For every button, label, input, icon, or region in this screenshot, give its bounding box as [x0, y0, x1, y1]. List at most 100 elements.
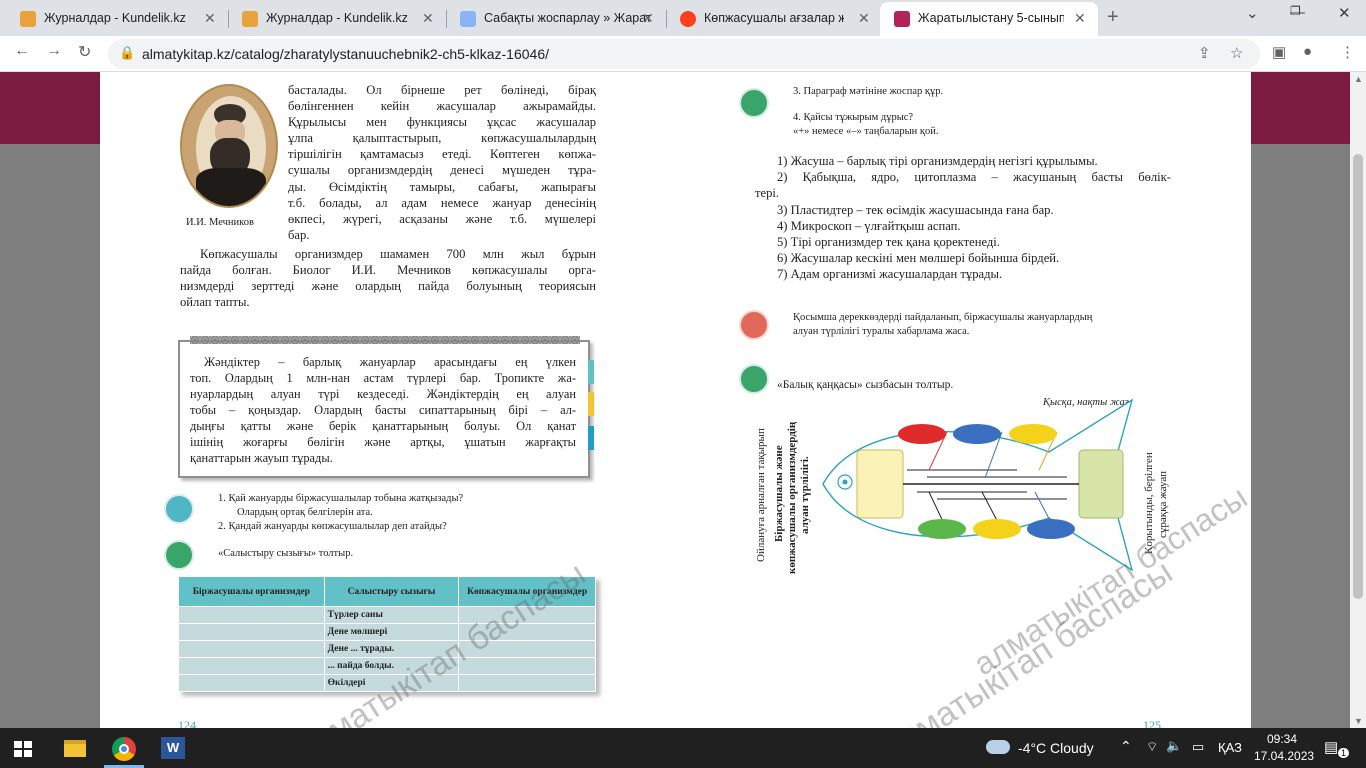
- speaker-icon[interactable]: 🔈: [1166, 738, 1182, 754]
- bone-oval-yellow-bottom: [973, 519, 1021, 539]
- question-1-cont: Олардың ортақ белгілерін ата.: [237, 507, 373, 518]
- book-page-left: И.И. Мечников басталады. Ол бірнеше рет …: [100, 72, 725, 728]
- clock-time[interactable]: 09:34: [1267, 732, 1297, 746]
- insects-info-box: Жәндіктер – барлық жануарлар арасындағы …: [178, 336, 590, 478]
- share-icon[interactable]: ⇪: [1198, 44, 1211, 62]
- task-4: 4. Қайсы тұжырым дұрыс?: [793, 112, 914, 123]
- clock-date[interactable]: 17.04.2023: [1254, 749, 1314, 763]
- kundelik-favicon-icon: [20, 11, 36, 27]
- file-explorer-icon[interactable]: [64, 740, 86, 757]
- scroll-down-arrow-icon[interactable]: ▼: [1354, 716, 1363, 726]
- tab-kundelik-2[interactable]: Журналдар - Kundelik.kz ✕: [228, 2, 444, 36]
- bone-oval-blue-top: [953, 424, 1001, 444]
- notification-icon[interactable]: ▤: [1324, 738, 1338, 756]
- pencil-task-icon: [739, 364, 769, 394]
- tab-yandex[interactable]: Көпжасушалы ағзалар және ✕: [666, 2, 880, 36]
- bone-oval-blue-bottom: [1027, 519, 1075, 539]
- paragraph-1: басталады. Ол бірнеше рет бөлінеді, біра…: [288, 83, 596, 242]
- question-1: 1. Қай жануарды біржасушалылар тобына жа…: [218, 493, 464, 504]
- side-panel-icon[interactable]: ▣: [1272, 43, 1286, 61]
- bone-oval-red: [898, 424, 946, 444]
- close-icon[interactable]: ✕: [204, 10, 216, 27]
- head-box: [856, 449, 904, 519]
- book-favicon-icon: [894, 11, 910, 27]
- pencil-task-icon: [739, 88, 769, 118]
- back-arrow-icon[interactable]: ←: [14, 42, 30, 60]
- tab-title: Сабақты жоспарлау » Жарат: [484, 11, 652, 25]
- task-3: 3. Параграф мәтініне жоспар құр.: [793, 86, 944, 97]
- pencil-task-icon: [164, 540, 194, 570]
- page-number-right: 125: [1143, 718, 1161, 728]
- profile-avatar-icon[interactable]: ●: [1303, 43, 1312, 60]
- window-close-icon[interactable]: ✕: [1338, 4, 1351, 22]
- close-icon[interactable]: ✕: [858, 10, 870, 27]
- scrollbar-thumb[interactable]: [1353, 154, 1363, 599]
- statements-list: 1) Жасуша – барлық тірі организмдердің н…: [755, 154, 1171, 282]
- vertical-label-topic-3: көпжасушалы организмдердің: [786, 421, 798, 574]
- paragraph-2: Көпжасушалы организмдер шамамен 700 млн …: [180, 247, 596, 310]
- fishbone-task: «Балық қаңқасы» сызбасын толтыр.: [777, 379, 954, 391]
- reload-icon[interactable]: ↻: [78, 42, 91, 62]
- page-scrollbar[interactable]: ▲ ▼: [1350, 72, 1366, 728]
- bone-oval-yellow-top: [1009, 424, 1057, 444]
- tab-title: Журналдар - Kundelik.kz: [266, 11, 408, 25]
- tail-box: [1078, 449, 1124, 519]
- fishbone-diagram: [822, 398, 1134, 572]
- yandex-favicon-icon: [680, 11, 696, 27]
- new-tab-plus-icon[interactable]: +: [1107, 6, 1119, 29]
- tab-lesson-plan[interactable]: Сабақты жоспарлау » Жарат ✕: [446, 2, 664, 36]
- browser-toolbar: ← → ↻ 🔒 almatykitap.kz/catalog/zharatyly…: [0, 36, 1366, 72]
- bookmark-star-icon[interactable]: ☆: [1230, 44, 1243, 62]
- tab-search-chevron-icon[interactable]: ⌄: [1246, 4, 1259, 22]
- tab-active-textbook[interactable]: Жаратылыстану 5-сынып оқ ✕: [880, 2, 1098, 36]
- close-icon[interactable]: ✕: [1074, 10, 1086, 27]
- tab-title: Көпжасушалы ағзалар және: [704, 11, 844, 25]
- question-2: 2. Қандай жануарды көпжасушалылар деп ат…: [218, 521, 447, 532]
- vertical-label-topic-2: Біржасушалы және: [773, 445, 785, 542]
- page-number-left: 124: [178, 718, 196, 728]
- spiral-binding: [190, 336, 580, 344]
- task-4-sub: «+» немесе «–» таңбаларын қой.: [793, 126, 939, 137]
- side-tab-teal: [588, 360, 594, 384]
- table-row: Дене ... тұрады.: [178, 640, 596, 658]
- word-icon[interactable]: W: [161, 737, 185, 759]
- battery-icon[interactable]: ▭: [1192, 739, 1204, 755]
- windows-taskbar: W -4°C Cloudy ⌃ ⌔ 🔈 ▭ ҚАЗ 09:34 17.04.20…: [0, 728, 1366, 768]
- chevron-up-icon[interactable]: ⌃: [1120, 738, 1132, 755]
- header-unicellular: Біржасушалы организмдер: [178, 576, 325, 607]
- browser-tab-bar: Журналдар - Kundelik.kz ✕ Журналдар - Ku…: [0, 0, 1366, 36]
- bone-oval-green: [918, 519, 966, 539]
- tab-title: Журналдар - Kundelik.kz: [44, 11, 186, 25]
- side-tab-blue: [588, 426, 594, 450]
- windows-start-icon[interactable]: [14, 741, 32, 757]
- maximize-icon[interactable]: ❐: [1290, 4, 1301, 18]
- extra-task-line2: алуан түрлілігі туралы хабарлама жаса.: [793, 326, 970, 337]
- language-indicator[interactable]: ҚАЗ: [1218, 740, 1242, 755]
- lock-icon: 🔒: [119, 45, 136, 60]
- network-icon[interactable]: ⌔: [1146, 739, 1158, 755]
- url-text[interactable]: almatykitap.kz/catalog/zharatylystanuuch…: [142, 46, 549, 62]
- tab-kundelik-1[interactable]: Журналдар - Kundelik.kz ✕: [6, 2, 226, 36]
- kundelik-favicon-icon: [242, 11, 258, 27]
- mechnikov-portrait: [180, 84, 278, 208]
- portrait-caption: И.И. Мечников: [186, 217, 254, 228]
- menu-dots-icon[interactable]: ⋮: [1340, 43, 1355, 61]
- cloud-weather-icon[interactable]: [986, 740, 1010, 754]
- book-page-right: 3. Параграф мәтініне жоспар құр. 4. Қайс…: [725, 72, 1251, 728]
- document-favicon-icon: [460, 11, 476, 27]
- envelope-question-icon: [164, 494, 194, 524]
- side-tab-yellow: [588, 392, 594, 416]
- vertical-label-topic: Ойлануға арналған тақырып: [755, 428, 767, 562]
- page-viewport: И.И. Мечников басталады. Ол бірнеше рет …: [0, 72, 1350, 728]
- forward-arrow-icon[interactable]: →: [46, 42, 62, 60]
- address-bar[interactable]: 🔒 almatykitap.kz/catalog/zharatylystanuu…: [108, 39, 1260, 69]
- weather-text[interactable]: -4°C Cloudy: [1018, 740, 1094, 756]
- close-icon[interactable]: ✕: [642, 10, 654, 27]
- notification-count: 1: [1338, 748, 1350, 758]
- extra-task-line1: Қосымша дереккөздерді пайдаланып, біржас…: [793, 312, 1093, 323]
- close-icon[interactable]: ✕: [422, 10, 434, 27]
- scroll-up-arrow-icon[interactable]: ▲: [1354, 74, 1363, 84]
- tab-title: Жаратылыстану 5-сынып оқ: [918, 11, 1064, 25]
- computer-research-icon: [739, 310, 769, 340]
- table-row: ... пайда болды.: [178, 657, 596, 675]
